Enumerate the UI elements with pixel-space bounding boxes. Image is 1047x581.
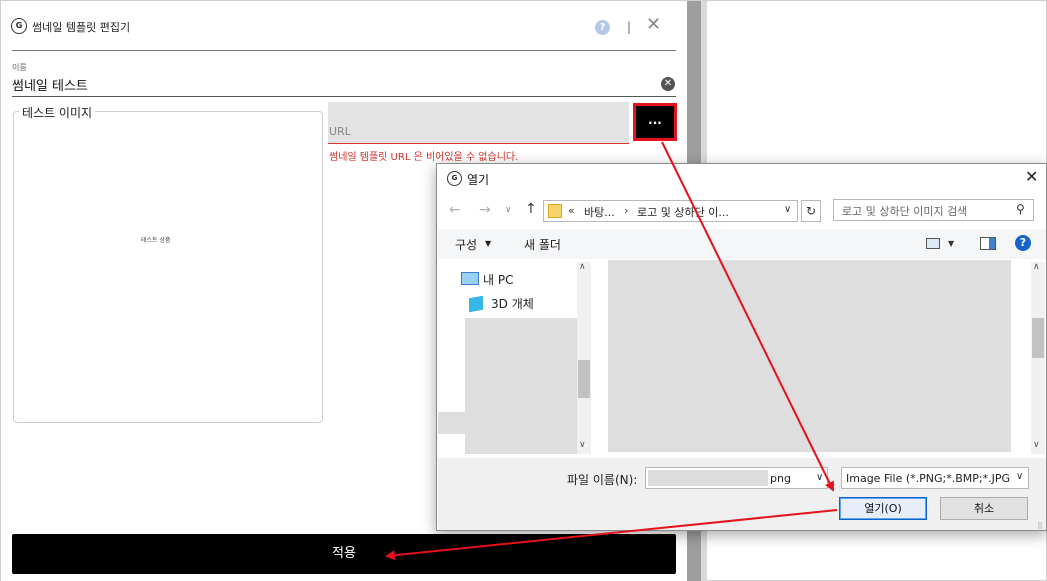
open-file-dialog: G 열기 ✕ ← → ∨ ↑ « 바탕... › 로고 및 상하단 이... ∨… [436,163,1047,531]
redacted-file-list [608,260,1011,452]
file-list-scrollbar-thumb[interactable] [1032,318,1044,358]
search-icon[interactable]: ⚲ [1016,202,1025,216]
url-input[interactable] [328,102,629,144]
dialog-app-icon: G [447,171,462,186]
help-icon[interactable]: ? [1015,235,1031,251]
file-type-value: Image File (*.PNG;*.BMP;*.JPG [846,472,1011,485]
dialog-title: 열기 [467,173,490,187]
search-placeholder: 로고 및 상하단 이미지 검색 [842,205,968,218]
dialog-close-icon[interactable]: ✕ [1025,167,1038,186]
recent-locations-chevron-icon[interactable]: ∨ [505,205,512,215]
close-icon[interactable]: ✕ [646,15,661,35]
preview-pane-icon[interactable] [980,237,996,250]
nav-pane-scrollbar[interactable] [577,262,591,454]
filename-dropdown-icon[interactable]: ∨ [816,472,823,483]
filename-label: 파일 이름(N): [567,473,638,487]
apply-button[interactable]: 적용 [12,534,676,574]
organize-menu[interactable]: 구성 [455,236,477,253]
app-logo-icon: G [11,18,27,34]
editor-title: 썸네일 템플릿 편집기 [32,21,131,34]
resize-grip-icon[interactable]: ⠿ [1037,522,1043,531]
title-separator: | [627,20,632,34]
refresh-icon[interactable]: ↻ [801,200,821,222]
redacted-filename [648,470,768,486]
nav-item-3d-objects[interactable]: 3D 개체 [491,295,534,312]
address-dropdown-icon[interactable]: ∨ [784,204,791,215]
url-error-message: 썸네일 템플릿 URL 은 비어있을 수 없습니다. [329,152,519,163]
cube-icon [469,295,483,313]
file-type-dropdown-icon[interactable]: ∨ [1016,471,1024,482]
open-button[interactable]: 열기(O) [839,497,927,520]
test-image-legend: 테스트 이미지 [19,104,96,121]
back-arrow-icon[interactable]: ← [449,202,461,218]
computer-icon [461,272,479,285]
name-field-label: 이름 [12,63,27,72]
forward-arrow-icon[interactable]: → [479,202,491,218]
scroll-up-icon[interactable]: ∧ [579,262,586,272]
url-placeholder: URL [329,125,351,138]
organize-dropdown-icon[interactable]: ▼ [485,239,491,248]
new-folder-button[interactable]: 새 폴더 [524,236,561,253]
name-input[interactable]: 썸네일 테스트 [12,75,88,94]
filename-extension: png [770,472,791,485]
title-divider [12,50,676,51]
redacted-nav-item [438,412,466,434]
file-list-scrollbar[interactable] [1031,262,1045,454]
test-product-caption: 테스트 상품 [141,237,171,244]
breadcrumb-current-folder[interactable]: 로고 및 상하단 이... [637,204,729,220]
nav-pane-scrollbar-thumb[interactable] [578,360,590,398]
folder-icon [548,204,562,218]
up-arrow-icon[interactable]: ↑ [525,201,537,217]
change-view-icon[interactable] [926,238,940,249]
view-dropdown-icon[interactable]: ▼ [948,239,954,248]
search-input[interactable]: 로고 및 상하단 이미지 검색 ⚲ [833,199,1034,221]
test-image-box [13,111,323,423]
redacted-nav-items [465,318,577,454]
clear-icon[interactable]: ✕ [661,77,675,91]
scroll-down-icon[interactable]: ∨ [579,440,586,450]
browse-button[interactable]: ... [633,103,677,141]
filename-input[interactable]: png ∨ [645,467,828,489]
file-type-select[interactable]: Image File (*.PNG;*.BMP;*.JPG ∨ [841,467,1029,489]
breadcrumb-desktop[interactable]: 바탕... [584,204,615,220]
help-icon[interactable]: ? [595,20,610,35]
scroll-down-icon[interactable]: ∨ [1033,440,1040,450]
name-field-underline [12,96,676,97]
breadcrumb-chevron-icon[interactable]: › [624,204,628,217]
scroll-up-icon[interactable]: ∧ [1033,262,1040,272]
nav-item-this-pc[interactable]: 내 PC [483,271,513,288]
address-bar[interactable]: « 바탕... › 로고 및 상하단 이... ∨ [543,200,798,222]
screen: G 썸네일 템플릿 편집기 ? | ✕ 이름 썸네일 테스트 ✕ 테스트 이미지… [0,0,1047,581]
breadcrumb-overflow-icon[interactable]: « [568,204,575,217]
cancel-button[interactable]: 취소 [940,497,1028,520]
